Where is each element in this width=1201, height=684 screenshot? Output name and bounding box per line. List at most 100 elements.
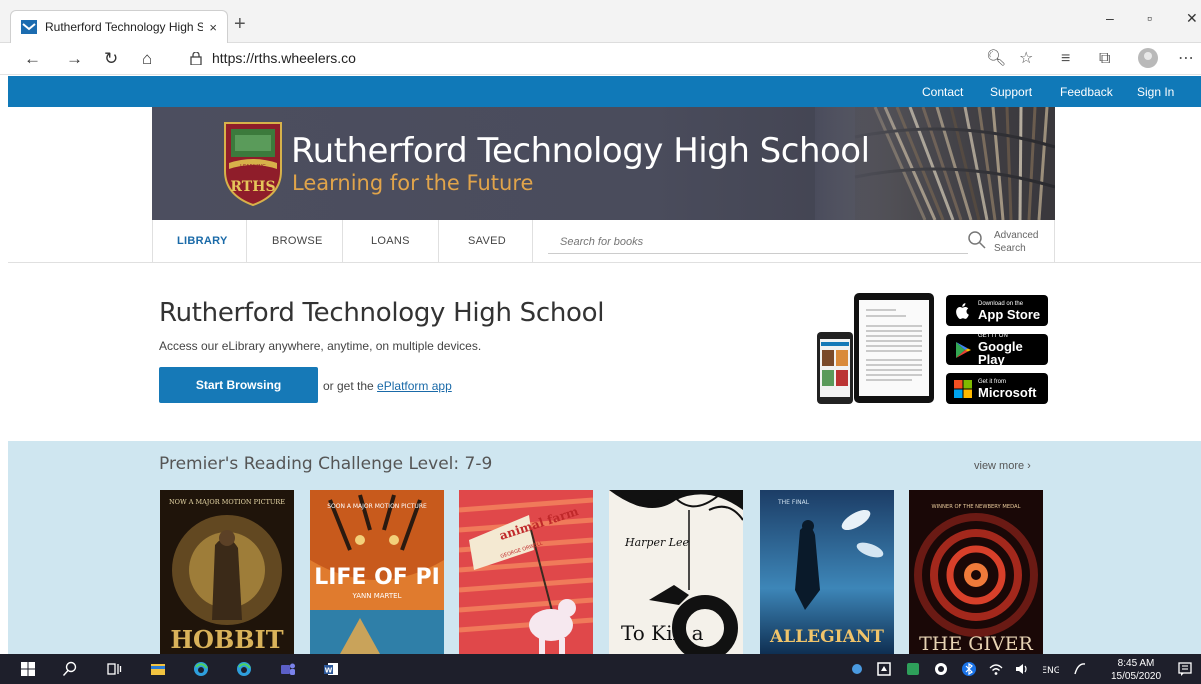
tab-library[interactable]: LIBRARY <box>177 235 228 247</box>
search-taskbar-icon[interactable] <box>62 661 78 677</box>
pen-icon[interactable] <box>1072 661 1088 677</box>
close-window-icon[interactable]: ✕ <box>1186 10 1198 27</box>
maximize-icon[interactable]: ▫ <box>1147 10 1152 26</box>
url-field[interactable]: https://rths.wheelers.co <box>190 50 356 66</box>
hero-subtitle: Access our eLibrary anywhere, anytime, o… <box>159 339 482 353</box>
book-cover-the-giver[interactable]: WINNER OF THE NEWBERY MEDAL THE GIVER <box>909 490 1043 654</box>
svg-text:ENG: ENG <box>1043 666 1059 676</box>
book-cover-to-kill-a-mockingbird[interactable]: Harper Lee To Kill a <box>609 490 743 654</box>
word-icon[interactable]: W <box>323 661 339 677</box>
start-browsing-button[interactable]: Start Browsing <box>159 367 318 403</box>
tray-app-icon[interactable] <box>876 661 892 677</box>
teams-icon[interactable] <box>280 661 296 677</box>
refresh-icon[interactable]: ↻ <box>104 49 118 69</box>
book-search-input[interactable] <box>548 230 968 254</box>
google-play-big: Google Play <box>978 339 1023 367</box>
back-icon[interactable]: ← <box>24 49 41 69</box>
minimize-icon[interactable]: – <box>1106 10 1114 26</box>
apple-icon <box>956 302 969 319</box>
tray-app-icon[interactable] <box>905 661 921 677</box>
file-explorer-icon[interactable] <box>150 661 166 677</box>
nav-divider <box>342 220 343 263</box>
favorites-list-icon[interactable]: ≡ <box>1061 49 1070 69</box>
google-play-icon <box>956 341 971 358</box>
edge-active-icon[interactable] <box>236 661 252 677</box>
crest-text: RTHS <box>230 179 275 195</box>
edge-icon[interactable] <box>193 661 209 677</box>
profile-avatar[interactable] <box>1138 48 1158 68</box>
book-tag: WINNER OF THE NEWBERY MEDAL <box>932 504 1021 510</box>
book-title: LIFE OF PI <box>314 565 440 590</box>
new-tab-icon[interactable]: + <box>234 14 246 34</box>
app-store-small: Download on the <box>978 300 1024 307</box>
feedback-link[interactable]: Feedback <box>1060 85 1113 99</box>
school-banner: LEARNING RTHS Rutherford Technology High… <box>152 107 1055 220</box>
tray-app-icon[interactable] <box>933 661 949 677</box>
favorite-star-icon[interactable]: ☆ <box>1019 49 1033 69</box>
bluetooth-icon[interactable] <box>961 661 977 677</box>
tab-saved[interactable]: SAVED <box>468 235 506 247</box>
tab-close-icon[interactable]: × <box>209 20 217 35</box>
book-title: HOBBIT <box>170 625 283 654</box>
more-menu-icon[interactable]: ⋯ <box>1178 49 1194 69</box>
banner-subtitle: Learning for the Future <box>292 171 534 195</box>
school-crest-logo: LEARNING RTHS <box>224 122 282 207</box>
app-store-big: App Store <box>978 306 1041 322</box>
book-tag: THE FINAL <box>777 499 810 506</box>
home-icon[interactable]: ⌂ <box>142 49 152 69</box>
site-favicon-icon <box>21 20 37 34</box>
hero-title: Rutherford Technology High School <box>159 298 605 328</box>
svg-text:SOON A MAJOR MOTION PICTURE: SOON A MAJOR MOTION PICTURE <box>327 503 427 510</box>
advanced-search-link[interactable]: Advanced Search <box>994 229 1038 255</box>
contact-link[interactable]: Contact <box>922 85 963 99</box>
browser-tab[interactable]: Rutherford Technology High Sch × <box>10 10 228 43</box>
google-play-badge[interactable]: GET IT ON Google Play <box>946 333 1048 367</box>
book-cover-hobbit[interactable]: NOW A MAJOR MOTION PICTURE HOBBIT <box>160 490 294 654</box>
nav-divider <box>246 220 247 263</box>
microsoft-store-badge[interactable]: Get it from Microsoft <box>946 373 1048 404</box>
search-icon[interactable] <box>967 230 987 250</box>
forward-icon[interactable]: → <box>66 49 83 69</box>
eplatform-app-link[interactable]: ePlatform app <box>377 379 452 393</box>
wifi-icon[interactable] <box>988 661 1004 677</box>
microsoft-small: Get it from <box>978 378 1007 385</box>
book-cover-life-of-pi[interactable]: SOON A MAJOR MOTION PICTURE LIFE OF PI Y… <box>310 490 444 654</box>
site-top-nav: Contact Support Feedback Sign In <box>8 76 1201 107</box>
clock-date: 15/05/2020 <box>1111 671 1162 682</box>
crest-motto: LEARNING <box>240 164 266 170</box>
view-more-link[interactable]: view more › <box>974 460 1031 472</box>
support-link[interactable]: Support <box>990 85 1032 99</box>
notifications-icon[interactable] <box>1177 661 1193 677</box>
book-cover-allegiant[interactable]: THE FINAL ALLEGIANT <box>760 490 894 654</box>
book-tag: YANN MARTEL <box>352 592 402 600</box>
book-tag: NOW A MAJOR MOTION PICTURE <box>169 498 285 506</box>
nav-divider <box>438 220 439 263</box>
book-cover-animal-farm[interactable]: animal farm GEORGE ORWELL <box>459 490 593 654</box>
app-store-badge[interactable]: Download on the App Store <box>946 295 1048 326</box>
tab-browse[interactable]: BROWSE <box>272 235 323 247</box>
advanced-search-line2: Search <box>994 243 1026 254</box>
book-title: ALLEGIANT <box>769 627 884 647</box>
language-icon[interactable]: ENG <box>1043 661 1059 677</box>
banner-title: Rutherford Technology High School <box>291 131 870 171</box>
challenge-title: Premier's Reading Challenge Level: 7-9 <box>159 454 493 474</box>
devices-illustration <box>817 293 934 404</box>
clock-time: 8:45 AM <box>1117 658 1155 669</box>
volume-icon[interactable] <box>1014 661 1030 677</box>
clock[interactable]: 8:45 AM 15/05/2020 <box>1111 657 1161 683</box>
address-bar: ← → ↻ ⌂ https://rths.wheelers.co 🔍︎ ☆ ≡ … <box>0 43 1201 75</box>
zoom-icon[interactable]: 🔍︎ <box>986 49 1006 69</box>
url-text: https://rths.wheelers.co <box>212 50 356 66</box>
nav-divider <box>532 220 533 263</box>
collections-icon[interactable]: ⧉ <box>1099 49 1110 69</box>
book-title: THE GIVER <box>919 633 1033 654</box>
book-title: To Kill a <box>621 621 704 645</box>
tray-app-icon[interactable] <box>849 661 865 677</box>
sign-in-link[interactable]: Sign In <box>1137 85 1174 99</box>
advanced-search-line1: Advanced <box>994 230 1039 241</box>
or-get-label: or get the <box>323 379 374 393</box>
windows-start-icon[interactable] <box>20 661 36 677</box>
tab-loans[interactable]: LOANS <box>371 235 410 247</box>
nav-divider <box>1054 220 1055 263</box>
task-view-icon[interactable] <box>106 661 122 677</box>
